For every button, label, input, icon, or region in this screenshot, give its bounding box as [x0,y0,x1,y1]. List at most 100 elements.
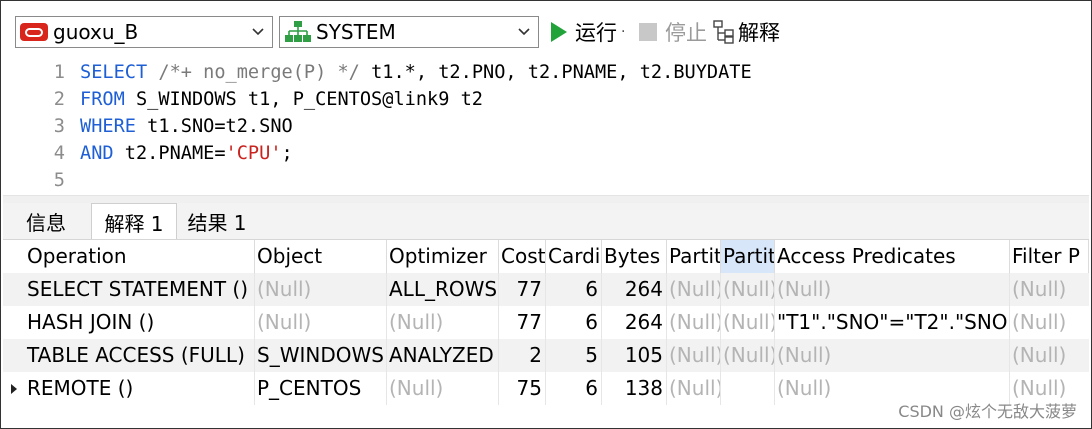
table-cell[interactable]: 264 [602,306,667,339]
sql-editor[interactable]: 1 SELECT /*+ no_merge(P) */ t1.*, t2.PNO,… [3,59,1089,195]
table-cell[interactable]: (Null) [387,372,499,405]
code-line[interactable]: 2 FROM S_WINDOWS t1, P_CENTOS@link9 t2 [3,86,1083,113]
table-cell[interactable] [721,372,775,405]
column-header[interactable]: Partit [721,240,775,273]
oracle-icon [20,23,48,41]
explain-button[interactable]: 解释 [713,16,780,48]
chevron-down-icon [518,28,530,36]
table-cell[interactable]: 5 [546,339,602,372]
table-cell[interactable]: (Null) [667,273,721,306]
explain-label: 解释 [738,21,780,45]
tab-explain-1[interactable]: 解释 1 [91,203,177,240]
sql-keyword: AND [80,143,114,164]
table-cell[interactable]: SELECT STATEMENT () [25,273,255,306]
stop-icon [639,23,657,41]
table-cell[interactable]: P_CENTOS [255,372,387,405]
result-tabs: 信息 解释 1 结果 1 [3,203,1089,240]
code-line[interactable]: 5 [3,167,1083,194]
tab-info[interactable]: 信息 [3,203,89,239]
column-divider [720,273,721,405]
sql-keyword: WHERE [80,116,136,137]
column-header[interactable]: Object [255,240,387,273]
run-label: 运行 [575,21,617,45]
table-cell[interactable]: (Null) [1010,306,1089,339]
column-header[interactable]: Cost [499,240,546,273]
code-line[interactable]: 4 AND t2.PNAME='CPU'; [3,140,1083,167]
column-divider [1009,273,1010,405]
table-cell[interactable]: 6 [546,273,602,306]
table-cell[interactable]: (Null) [721,273,775,306]
run-button[interactable]: 运行 · [551,16,625,48]
table-cell[interactable]: 6 [546,306,602,339]
code-text: WHERE t1.SNO=t2.SNO [80,113,293,140]
app-window: guoxu_B SYSTEM 运行 · 停止 解释 1 SELECT /*+ n… [0,0,1092,429]
watermark: CSDN @炫个无敌大菠萝 [898,402,1077,421]
stop-button[interactable]: 停止 [639,16,707,48]
column-header[interactable]: Optimizer [387,240,499,273]
column-header[interactable]: Access Predicates [775,240,1010,273]
column-divider [774,273,775,405]
column-header[interactable]: Partit [667,240,721,273]
table-cell[interactable]: HASH JOIN () [25,306,255,339]
column-header[interactable]: Filter P [1010,240,1089,273]
code-line[interactable]: 3 WHERE t1.SNO=t2.SNO [3,113,1083,140]
table-cell[interactable]: 75 [499,372,546,405]
table-cell[interactable]: 264 [602,273,667,306]
table-cell[interactable]: ANALYZED [387,339,499,372]
sql-text: t2.PNAME= [113,143,226,164]
chevron-down-icon [252,28,264,36]
code-line[interactable]: 1 SELECT /*+ no_merge(P) */ t1.*, t2.PNO,… [3,59,1083,86]
table-cell[interactable]: TABLE ACCESS (FULL) [25,339,255,372]
column-header[interactable]: Operation [25,240,255,273]
table-row[interactable]: SELECT STATEMENT () (Null) ALL_ROWS 77 6 264(… [3,273,1089,306]
connection-name: guoxu_B [53,20,139,44]
column-header[interactable]: Cardi [546,240,602,273]
table-cell[interactable]: (Null) [721,306,775,339]
column-divider [498,273,499,405]
current-row-icon [3,372,25,405]
table-cell[interactable]: 77 [499,273,546,306]
sql-text: ; [281,143,293,164]
table-cell[interactable]: (Null) [667,306,721,339]
table-cell[interactable]: (Null) [387,306,499,339]
table-cell[interactable]: 138 [602,372,667,405]
table-cell[interactable]: (Null) [721,339,775,372]
table-cell[interactable]: 6 [546,372,602,405]
table-cell[interactable]: 2 [499,339,546,372]
table-cell[interactable]: "T1"."SNO"="T2"."SNO" [775,306,1010,339]
table-cell[interactable]: S_WINDOWS [255,339,387,372]
sql-text: S_WINDOWS t1, P_CENTOS@link9 t2 [124,89,484,110]
column-divider [254,273,255,405]
code-text: AND t2.PNAME='CPU'; [80,140,293,167]
table-row[interactable]: HASH JOIN () (Null) (Null) 77 6 264 (Null) (Nul… [3,306,1089,339]
connection-select[interactable]: guoxu_B [15,16,273,48]
table-cell[interactable]: 105 [602,339,667,372]
code-text: FROM S_WINDOWS t1, P_CENTOS@link9 t2 [80,86,483,113]
table-cell[interactable]: (Null) [1010,273,1089,306]
table-cell[interactable]: 77 [499,306,546,339]
table-cell[interactable]: (Null) [775,339,1010,372]
table-row[interactable]: TABLE ACCESS (FULL) S_WINDOWS ANALYZED 2 5 10… [3,339,1089,372]
sql-string: 'CPU' [225,143,282,164]
sql-keyword: SELECT [80,62,148,83]
line-number: 1 [53,62,65,83]
table-cell[interactable]: ALL_ROWS [387,273,499,306]
stop-label: 停止 [665,21,707,45]
table-cell[interactable]: REMOTE () [25,372,255,405]
table-cell[interactable]: (Null) [1010,339,1089,372]
table-cell[interactable]: (Null) [255,273,387,306]
table-cell[interactable]: (Null) [667,372,721,405]
table-cell[interactable]: (Null) [667,339,721,372]
sql-keyword: FROM [80,89,125,110]
run-dropdown-icon[interactable]: · [621,24,625,40]
line-number: 2 [53,89,65,110]
table-cell[interactable]: (Null) [255,306,387,339]
line-number: 4 [53,143,65,164]
table-cell[interactable]: (Null) [775,273,1010,306]
schema-select[interactable]: SYSTEM [279,16,539,48]
play-icon [551,22,567,42]
code-text: SELECT /*+ no_merge(P) */ t1.*, t2.PNO, … [80,59,752,86]
tab-result-1[interactable]: 结果 1 [177,203,257,239]
pane-splitter[interactable] [3,195,1089,203]
column-header[interactable]: Bytes [602,240,667,273]
